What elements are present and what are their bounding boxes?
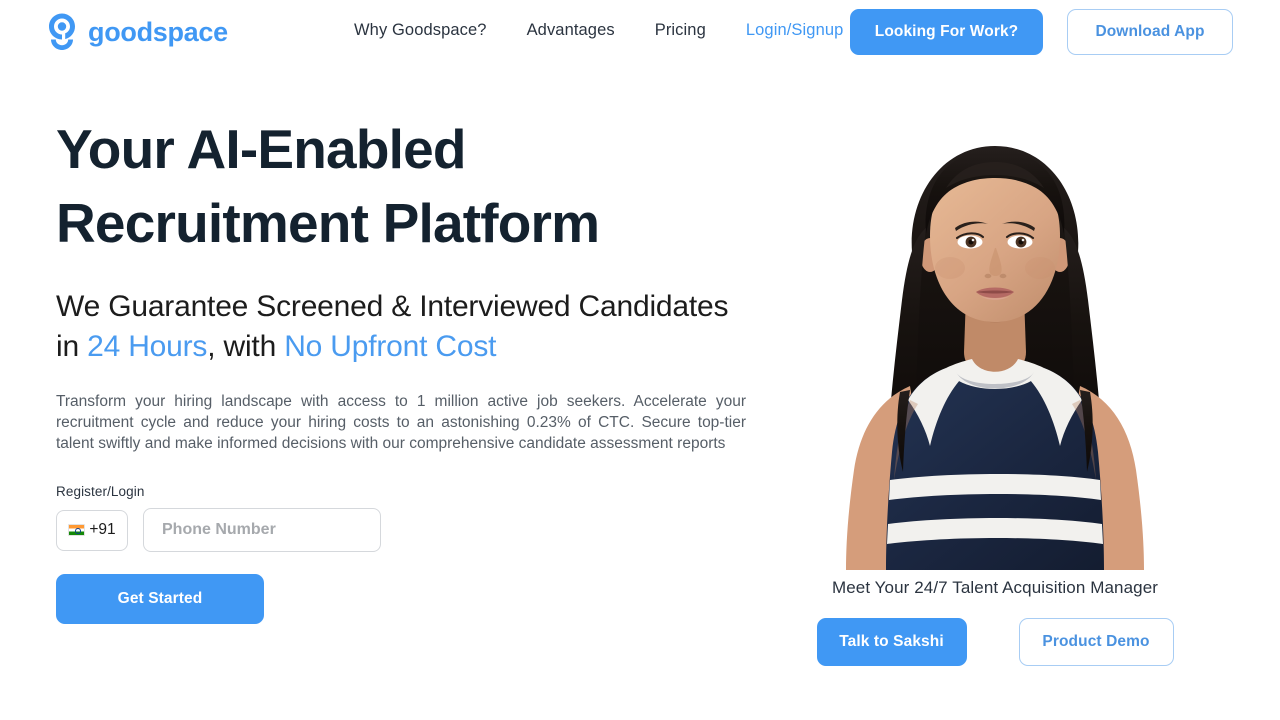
looking-for-work-button[interactable]: Looking For Work? bbox=[850, 9, 1043, 55]
talent-manager-portrait bbox=[760, 100, 1230, 570]
get-started-button[interactable]: Get Started bbox=[56, 574, 264, 624]
download-app-button[interactable]: Download App bbox=[1067, 9, 1233, 55]
country-code-selector[interactable]: +91 bbox=[56, 509, 128, 551]
hero-subheadline: We Guarantee Screened & Interviewed Cand… bbox=[56, 287, 756, 367]
brand-logo[interactable]: goodspace bbox=[46, 12, 228, 52]
hero-right-column: Meet Your 24/7 Talent Acquisition Manage… bbox=[760, 100, 1230, 666]
headline-line-2: Recruitment Platform bbox=[56, 192, 600, 254]
site-header: goodspace Why Goodspace? Advantages Pric… bbox=[0, 0, 1280, 64]
main-navigation: Why Goodspace? Advantages Pricing Login/… bbox=[354, 21, 843, 40]
subheadline-highlight-24-hours: 24 Hours bbox=[87, 330, 208, 363]
phone-registration-form: +91 bbox=[56, 508, 756, 552]
subheadline-part-2: , with bbox=[207, 330, 285, 363]
india-flag-icon bbox=[68, 524, 86, 536]
portrait-caption: Meet Your 24/7 Talent Acquisition Manage… bbox=[831, 578, 1159, 597]
nav-item-pricing[interactable]: Pricing bbox=[655, 21, 706, 40]
headline-line-1: Your AI-Enabled bbox=[56, 118, 466, 180]
header-action-buttons: Looking For Work? Download App bbox=[850, 9, 1233, 55]
brand-name: goodspace bbox=[88, 16, 228, 47]
phone-number-input[interactable] bbox=[143, 508, 381, 552]
nav-item-advantages[interactable]: Advantages bbox=[527, 21, 615, 40]
portrait-cta-buttons: Talk to Sakshi Product Demo bbox=[760, 618, 1230, 666]
page-title: Your AI-Enabled Recruitment Platform bbox=[56, 112, 756, 260]
country-code-value: +91 bbox=[89, 521, 116, 538]
product-demo-button[interactable]: Product Demo bbox=[1018, 618, 1174, 666]
hero-left-column: Your AI-Enabled Recruitment Platform We … bbox=[56, 112, 756, 624]
subheadline-highlight-no-upfront-cost: No Upfront Cost bbox=[284, 330, 497, 363]
nav-item-login-signup[interactable]: Login/Signup bbox=[746, 21, 844, 40]
hero-description: Transform your hiring landscape with acc… bbox=[56, 393, 746, 452]
goodspace-g-logo-icon bbox=[46, 12, 78, 52]
talk-to-sakshi-button[interactable]: Talk to Sakshi bbox=[816, 618, 967, 666]
register-login-label: Register/Login bbox=[56, 484, 145, 499]
nav-item-why-goodspace[interactable]: Why Goodspace? bbox=[354, 21, 487, 40]
